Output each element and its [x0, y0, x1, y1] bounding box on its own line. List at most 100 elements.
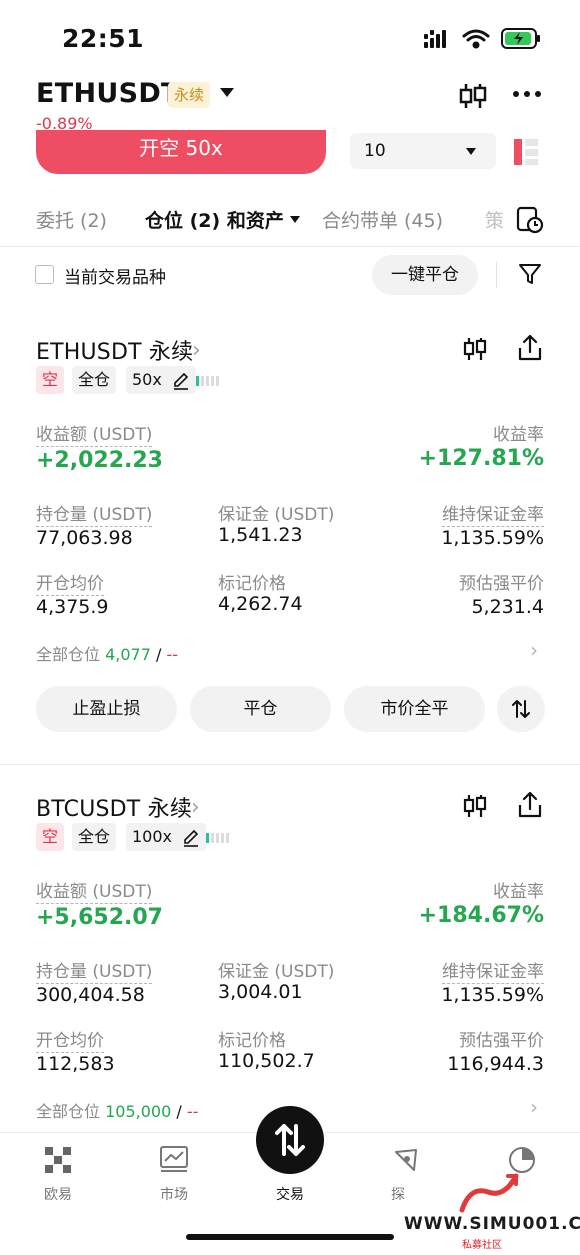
- leverage-badge[interactable]: 100x: [126, 823, 207, 851]
- liq-label: 预估强平价: [459, 1031, 544, 1051]
- margin-value: 1,541.23: [218, 524, 303, 546]
- size-value: 77,063.98: [36, 527, 133, 549]
- chevron-down-icon: [466, 148, 476, 155]
- watermark-sub: 私募社区: [462, 1240, 502, 1251]
- market-close-all-button[interactable]: 市价全平: [344, 686, 485, 732]
- nav-home[interactable]: 欧易: [18, 1184, 98, 1204]
- tabs-divider: [0, 246, 580, 247]
- liq-value: 116,944.3: [447, 1053, 544, 1075]
- tab-positions[interactable]: 仓位 (2) 和资产: [145, 206, 284, 233]
- edit-icon[interactable]: [182, 829, 200, 847]
- total-position[interactable]: 全部仓位 4,077 / --: [36, 641, 178, 665]
- open-short-label: 开空 50x: [139, 136, 223, 160]
- close-all-button[interactable]: 一键平仓: [372, 255, 478, 295]
- chevron-right-icon[interactable]: ›: [191, 795, 200, 820]
- adl-indicator: [196, 376, 221, 386]
- size-label: 持仓量 (USDT): [36, 957, 153, 984]
- market-chart-icon[interactable]: [160, 1146, 188, 1172]
- filter-separator: [496, 262, 497, 288]
- assets-pie-icon[interactable]: [508, 1146, 536, 1174]
- margin-mode-badge: 全仓: [72, 823, 117, 851]
- tp-sl-button[interactable]: 止盈止损: [36, 686, 177, 732]
- roi-value: +127.81%: [418, 446, 544, 471]
- candlestick-icon[interactable]: [458, 82, 488, 110]
- leverage-value: 50x: [132, 370, 162, 389]
- okx-logo-icon[interactable]: [44, 1146, 72, 1174]
- filter-icon[interactable]: [518, 262, 542, 286]
- nav-market[interactable]: 市场: [134, 1184, 214, 1204]
- position-symbol[interactable]: BTCUSDT 永续: [36, 791, 192, 823]
- mark-label: 标记价格: [218, 1031, 286, 1051]
- pnl-value: +2,022.23: [36, 448, 163, 473]
- entry-label: 开仓均价: [36, 569, 104, 596]
- entry-value: 112,583: [36, 1053, 115, 1075]
- battery-icon: [501, 28, 540, 49]
- trade-fab[interactable]: [256, 1106, 324, 1174]
- reverse-position-button[interactable]: [497, 686, 545, 732]
- mark-value: 4,262.74: [218, 593, 303, 615]
- total-separator: /: [156, 645, 162, 664]
- orderbook-view-icon[interactable]: [514, 137, 540, 167]
- margin-value: 3,004.01: [218, 981, 303, 1003]
- side-badge: 空: [36, 823, 65, 851]
- mmr-label: 维持保证金率: [442, 957, 544, 984]
- perpetual-tag: 永续: [168, 82, 211, 108]
- total-extra: --: [186, 1102, 199, 1121]
- chevron-right-icon[interactable]: ›: [530, 638, 538, 662]
- tab-copy-trading[interactable]: 合约带单 (45): [322, 206, 443, 233]
- nav-discover[interactable]: 探: [358, 1184, 438, 1204]
- total-value: 4,077: [105, 645, 151, 664]
- total-label: 全部仓位: [36, 645, 101, 664]
- candlestick-icon[interactable]: [462, 336, 488, 362]
- history-icon[interactable]: [516, 206, 544, 234]
- candlestick-icon[interactable]: [462, 793, 488, 819]
- discover-compass-icon[interactable]: [392, 1146, 420, 1174]
- quantity-select-value: 10: [364, 141, 386, 161]
- pnl-label: 收益额 (USDT): [36, 420, 153, 447]
- symbol-title[interactable]: ETHUSDT: [36, 78, 180, 109]
- more-icon[interactable]: [512, 88, 542, 100]
- positions-dropdown-icon[interactable]: [290, 216, 300, 223]
- symbol-dropdown-icon[interactable]: [220, 88, 234, 97]
- nav-trade[interactable]: 交易: [250, 1184, 330, 1204]
- leverage-badge[interactable]: 50x: [126, 366, 196, 394]
- tab-strategy[interactable]: 策: [485, 206, 504, 233]
- leverage-value: 100x: [132, 827, 173, 846]
- total-position[interactable]: 全部仓位 105,000 / --: [36, 1098, 198, 1122]
- margin-mode-badge: 全仓: [72, 366, 117, 394]
- pnl-label: 收益额 (USDT): [36, 877, 153, 904]
- mmr-value: 1,135.59%: [441, 984, 544, 1006]
- margin-label: 保证金 (USDT): [218, 505, 335, 525]
- tab-orders[interactable]: 委托 (2): [36, 206, 107, 233]
- size-label: 持仓量 (USDT): [36, 500, 153, 527]
- edit-icon[interactable]: [172, 372, 190, 390]
- open-short-button[interactable]: 开空 50x: [36, 130, 326, 174]
- entry-value: 4,375.9: [36, 596, 109, 618]
- current-symbol-label: 当前交易品种: [64, 268, 166, 288]
- mark-label: 标记价格: [218, 574, 286, 594]
- liq-label: 预估强平价: [459, 574, 544, 594]
- signal-icon: [424, 30, 446, 48]
- share-icon[interactable]: [517, 791, 543, 819]
- mmr-label: 维持保证金率: [442, 500, 544, 527]
- entry-label: 开仓均价: [36, 1026, 104, 1053]
- chevron-right-icon[interactable]: ›: [192, 338, 201, 363]
- roi-label: 收益率: [493, 882, 544, 902]
- share-icon[interactable]: [517, 334, 543, 362]
- roi-value: +184.67%: [418, 903, 544, 928]
- trade-arrows-icon: [275, 1124, 305, 1156]
- quantity-select[interactable]: 10: [350, 133, 496, 169]
- mmr-value: 1,135.59%: [441, 527, 544, 549]
- adl-indicator: [206, 833, 231, 843]
- status-time: 22:51: [62, 24, 145, 53]
- watermark-site: WWW.SIMU001.CN: [404, 1214, 580, 1234]
- pnl-value: +5,652.07: [36, 905, 163, 930]
- home-indicator: [186, 1234, 394, 1240]
- position-symbol[interactable]: ETHUSDT 永续: [36, 334, 193, 366]
- mark-value: 110,502.7: [218, 1050, 315, 1072]
- chevron-right-icon[interactable]: ›: [530, 1095, 538, 1119]
- current-symbol-checkbox[interactable]: [35, 265, 54, 284]
- position-actions: 止盈止损 平仓 市价全平: [0, 686, 580, 736]
- close-position-button[interactable]: 平仓: [190, 686, 331, 732]
- size-value: 300,404.58: [36, 984, 145, 1006]
